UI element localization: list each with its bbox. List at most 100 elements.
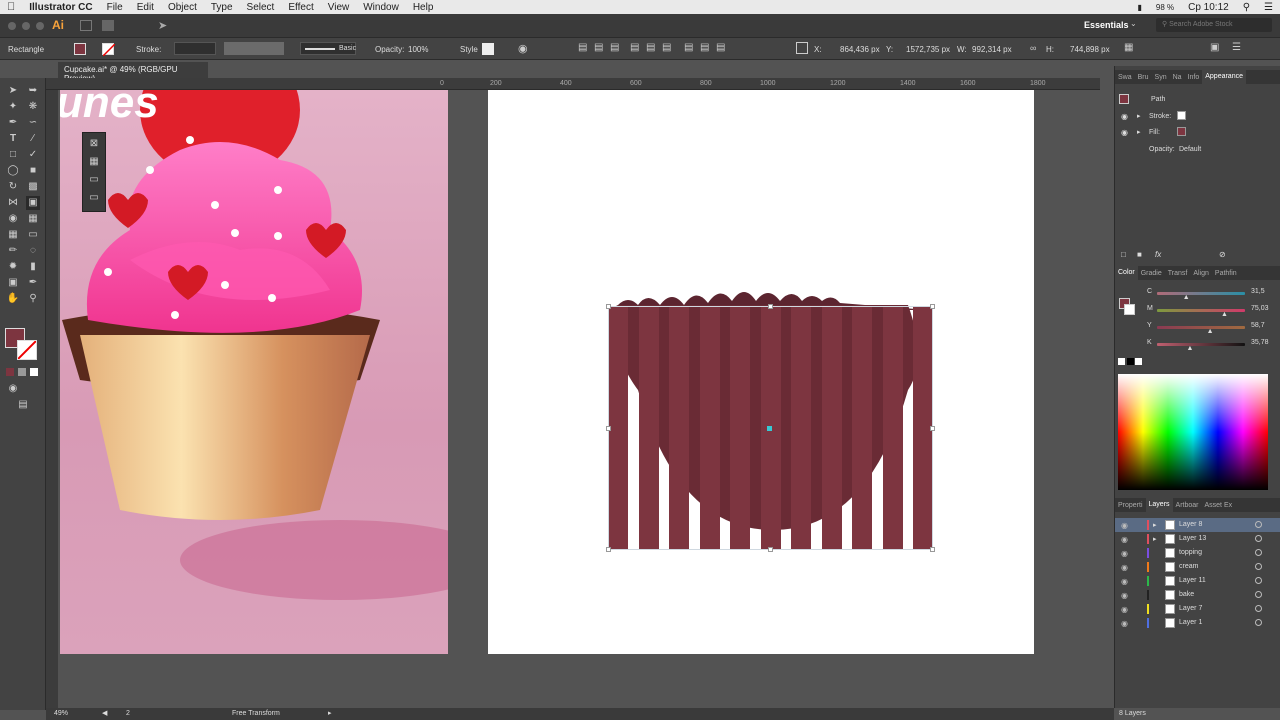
color-mode-icon[interactable]	[6, 368, 14, 376]
perspective-distort-icon[interactable]: ▭	[87, 173, 101, 187]
recolor-artwork-icon[interactable]: ◉	[518, 42, 528, 55]
eye-icon[interactable]: ◉	[1121, 535, 1128, 544]
target-icon[interactable]	[1255, 577, 1262, 584]
w-field[interactable]: 992,314 px	[972, 45, 1012, 54]
selection-tool-icon[interactable]: ➤	[6, 84, 20, 98]
x-field[interactable]: 864,436 px	[840, 45, 880, 54]
distribute-top-icon[interactable]: ▤	[684, 42, 693, 53]
window-close-icon[interactable]	[8, 22, 16, 30]
window-zoom-icon[interactable]	[36, 22, 44, 30]
spotlight-icon[interactable]: ⚲	[1236, 2, 1257, 13]
eye-icon[interactable]: ◉	[1121, 577, 1128, 586]
arrange-documents-icon[interactable]	[102, 20, 114, 31]
width-tool-icon[interactable]: ⋈	[6, 196, 20, 210]
curvature-tool-icon[interactable]: ∽	[26, 116, 40, 130]
lasso-tool-icon[interactable]: ❋	[26, 100, 40, 114]
eye-icon[interactable]: ◉	[1121, 619, 1128, 628]
rectangle-tool-icon[interactable]: □	[6, 148, 20, 162]
channel-slider-y[interactable]	[1157, 326, 1245, 329]
stroke-visibility-icon[interactable]: ◉	[1121, 112, 1128, 121]
layer-name[interactable]: cream	[1179, 563, 1198, 570]
first-artboard-icon[interactable]: ◀	[102, 709, 107, 717]
magic-wand-tool-icon[interactable]: ✦	[6, 100, 20, 114]
distribute-middle-icon[interactable]: ▤	[700, 42, 709, 53]
transform-handle[interactable]	[606, 426, 611, 431]
align-middle-icon[interactable]: ▤	[646, 42, 655, 53]
new-fill-icon[interactable]: ■	[1137, 250, 1142, 259]
free-transform-option-icon[interactable]: ▦	[87, 155, 101, 169]
color-spectrum[interactable]	[1118, 374, 1268, 490]
h-field[interactable]: 744,898 px	[1070, 45, 1110, 54]
draw-mode-icon[interactable]: ◉	[6, 382, 20, 396]
appearance-stroke-swatch[interactable]	[1177, 111, 1186, 120]
layer-row[interactable]: ◉ topping	[1115, 546, 1280, 560]
type-tool-icon[interactable]: T	[6, 132, 20, 146]
align-top-icon[interactable]: ▤	[630, 42, 639, 53]
transform-handle[interactable]	[768, 547, 773, 552]
stroke-weight-field[interactable]	[174, 42, 216, 55]
gradient-tool-icon[interactable]: ▭	[26, 228, 40, 242]
transform-handle[interactable]	[768, 304, 773, 309]
layer-row[interactable]: ◉ cream	[1115, 560, 1280, 574]
channel-slider-c[interactable]	[1157, 292, 1245, 295]
constrain-icon[interactable]: ⊠	[87, 137, 101, 151]
notification-icon[interactable]: ☰	[1257, 2, 1280, 13]
eye-icon[interactable]: ◉	[1121, 563, 1128, 572]
eyedropper-tool-icon[interactable]: ✏	[6, 244, 20, 258]
transform-handle[interactable]	[606, 304, 611, 309]
fill-expand-icon[interactable]: ▸	[1137, 128, 1141, 136]
tab-brushes[interactable]: Bru	[1135, 74, 1152, 81]
column-graph-tool-icon[interactable]: ▮	[26, 260, 40, 274]
slider-knob[interactable]: ▲	[1207, 328, 1214, 335]
eye-icon[interactable]: ◉	[1121, 605, 1128, 614]
tab-color[interactable]: Color	[1115, 266, 1138, 280]
tab-align[interactable]: Align	[1190, 270, 1212, 277]
free-distort-icon[interactable]: ▭	[87, 191, 101, 205]
slider-knob[interactable]: ▲	[1183, 294, 1190, 301]
target-icon[interactable]	[1255, 563, 1262, 570]
transform-handle[interactable]	[930, 426, 935, 431]
direct-selection-tool-icon[interactable]: ➥	[26, 84, 40, 98]
tab-transform[interactable]: Transf	[1165, 270, 1191, 277]
panel-menu-icon[interactable]: ☰	[1232, 42, 1241, 53]
status-chevron-icon[interactable]: ▸	[328, 709, 332, 717]
brush-definition[interactable]: Basic	[300, 42, 356, 55]
menu-help[interactable]: Help	[406, 2, 441, 13]
zoom-level[interactable]: 49%	[54, 710, 68, 717]
tab-asset-export[interactable]: Asset Ex	[1202, 502, 1236, 509]
zoom-tool-icon[interactable]: ⚲	[26, 292, 40, 306]
fill-visibility-icon[interactable]: ◉	[1121, 128, 1128, 137]
color-panel-stroke-box[interactable]	[1124, 304, 1135, 315]
menu-edit[interactable]: Edit	[130, 2, 161, 13]
y-field[interactable]: 1572,735 px	[906, 45, 950, 54]
target-icon[interactable]	[1255, 535, 1262, 542]
white-color-box[interactable]	[1135, 358, 1142, 365]
channel-value-c[interactable]: 31,5	[1251, 288, 1265, 295]
layer-name[interactable]: bake	[1179, 591, 1194, 598]
tab-swatches[interactable]: Swa	[1115, 74, 1135, 81]
transform-handle[interactable]	[930, 547, 935, 552]
align-right-icon[interactable]: ▤	[610, 42, 619, 53]
black-color-box[interactable]	[1127, 358, 1134, 365]
tab-gradient[interactable]: Gradie	[1138, 270, 1165, 277]
gpu-performance-icon[interactable]: ➤	[158, 19, 167, 32]
stroke-expand-icon[interactable]: ▸	[1137, 112, 1141, 120]
layer-name[interactable]: Layer 8	[1179, 521, 1202, 528]
layer-name[interactable]: Layer 1	[1179, 619, 1202, 626]
layer-name[interactable]: Layer 11	[1179, 577, 1206, 584]
layer-row[interactable]: ◉ ▸ Layer 8	[1115, 518, 1280, 532]
align-left-icon[interactable]: ▤	[578, 42, 587, 53]
constrain-proportions-icon[interactable]: ∞	[1030, 43, 1036, 53]
layer-row[interactable]: ◉ ▸ Layer 13	[1115, 532, 1280, 546]
menu-type[interactable]: Type	[204, 2, 240, 13]
blend-tool-icon[interactable]: ◌	[26, 244, 40, 258]
mesh-tool-icon[interactable]: ▦	[6, 228, 20, 242]
hand-tool-icon[interactable]: ✋	[6, 292, 20, 306]
app-name[interactable]: Illustrator CC	[22, 2, 99, 13]
expand-arrow-icon[interactable]: ▸	[1153, 521, 1157, 529]
new-stroke-icon[interactable]: □	[1121, 250, 1126, 259]
tab-navigator[interactable]: Na	[1170, 74, 1185, 81]
stock-search-input[interactable]: ⚲ Search Adobe Stock	[1156, 18, 1272, 32]
rotate-tool-icon[interactable]: ↻	[6, 180, 20, 194]
artboard[interactable]	[488, 90, 1034, 654]
